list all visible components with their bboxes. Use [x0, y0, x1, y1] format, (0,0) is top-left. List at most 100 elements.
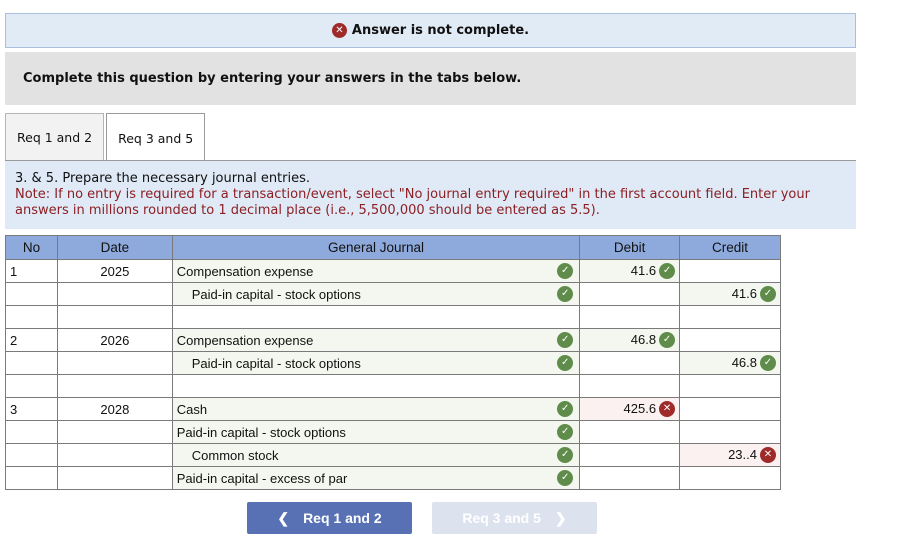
table-header-row: No Date General Journal Debit Credit	[5, 235, 781, 260]
check-icon: ✓	[557, 332, 574, 348]
header-credit: Credit	[679, 235, 781, 260]
debit-field[interactable]	[579, 282, 681, 306]
prev-req-button[interactable]: ❮ Req 1 and 2	[247, 502, 412, 534]
account-field[interactable]: Paid-in capital - stock options ✓	[171, 420, 581, 444]
account-name: Paid-in capital - excess of par	[176, 470, 348, 486]
account-name: Cash	[176, 401, 208, 417]
entry-number	[5, 420, 58, 444]
entry-date-field[interactable]	[56, 282, 173, 306]
entry-number: 3	[5, 397, 58, 421]
debit-field[interactable]	[579, 466, 681, 490]
table-row	[5, 305, 781, 329]
debit-field[interactable]: 46.8 ✓	[579, 328, 681, 352]
tab-req-1-and-2[interactable]: Req 1 and 2	[5, 113, 105, 161]
question-prompt: 3. & 5. Prepare the necessary journal en…	[5, 161, 856, 229]
chevron-left-icon: ❮	[277, 509, 290, 526]
credit-field[interactable]	[679, 259, 781, 283]
entry-number: 2	[5, 328, 58, 352]
account-field[interactable]: Paid-in capital - stock options ✓	[171, 351, 581, 375]
account-name: Compensation expense	[176, 263, 314, 279]
credit-field[interactable]	[679, 397, 781, 421]
account-field[interactable]	[171, 374, 581, 398]
entry-date-field[interactable]	[56, 443, 173, 467]
credit-field[interactable]: 23..4 ✕	[679, 443, 781, 467]
entry-date-field[interactable]	[56, 420, 173, 444]
account-field[interactable]: Paid-in capital - stock options ✓	[171, 282, 581, 306]
account-field[interactable]: Common stock ✓	[171, 443, 581, 467]
check-icon: ✓	[659, 263, 676, 280]
table-row: Paid-in capital - stock options ✓ 46.8 ✓	[5, 351, 781, 375]
credit-field[interactable]: 41.6 ✓	[679, 282, 781, 306]
header-debit: Debit	[579, 235, 681, 260]
next-req-label: Req 3 and 5	[462, 510, 541, 526]
debit-field[interactable]	[579, 443, 681, 467]
table-row: 1 2025 Compensation expense ✓ 41.6 ✓	[5, 259, 781, 283]
debit-field[interactable]	[579, 351, 681, 375]
debit-field[interactable]: 41.6 ✓	[579, 259, 681, 283]
tab-bar: Req 1 and 2 Req 3 and 5	[5, 113, 206, 162]
credit-field[interactable]	[679, 305, 781, 329]
journal-body: 1 2025 Compensation expense ✓ 41.6 ✓ Paid-in c…	[5, 259, 781, 490]
account-name: Common stock	[191, 447, 279, 463]
entry-date-field[interactable]	[56, 305, 173, 329]
account-field-content: Compensation expense ✓	[177, 263, 575, 279]
credit-field[interactable]	[679, 328, 781, 352]
prev-req-label: Req 1 and 2	[303, 510, 382, 526]
entry-date-field[interactable]: 2025	[56, 259, 173, 283]
entry-date-field[interactable]	[56, 374, 173, 398]
tab-req-3-and-5[interactable]: Req 3 and 5	[106, 113, 206, 162]
entry-date-field[interactable]: 2028	[56, 397, 173, 421]
banner-text: Answer is not complete.	[351, 23, 530, 38]
entry-date-field[interactable]	[56, 466, 173, 490]
account-field[interactable]: Compensation expense ✓	[171, 259, 581, 283]
table-row: Paid-in capital - stock options ✓	[5, 420, 781, 444]
error-x-icon: ✕	[760, 447, 776, 464]
entry-date-field[interactable]: 2026	[56, 328, 173, 352]
table-row: Paid-in capital - excess of par ✓	[5, 466, 781, 490]
account-field-content: Paid-in capital - stock options ✓	[177, 286, 575, 302]
credit-field[interactable]: 46.8 ✓	[679, 351, 781, 375]
account-name: Paid-in capital - stock options	[191, 355, 361, 371]
entry-number	[5, 374, 58, 398]
answer-status-banner: ✕ Answer is not complete.	[5, 13, 856, 48]
account-field-content: Paid-in capital - stock options ✓	[177, 355, 575, 371]
header-general-journal: General Journal	[171, 235, 581, 260]
error-x-icon: ✕	[331, 23, 347, 38]
credit-value: 41.6	[731, 285, 757, 301]
table-row	[5, 374, 781, 398]
journal-entry-table: No Date General Journal Debit Credit 1 20…	[5, 235, 781, 490]
account-field[interactable]: Compensation expense ✓	[171, 328, 581, 352]
credit-value: 23..4	[728, 446, 757, 462]
account-field-content: Compensation expense ✓	[177, 332, 575, 348]
account-field-content: Paid-in capital - excess of par ✓	[177, 470, 575, 486]
debit-value: 46.8	[630, 331, 657, 347]
debit-field[interactable]	[579, 420, 681, 444]
account-field[interactable]: Paid-in capital - excess of par ✓	[171, 466, 581, 490]
account-field[interactable]	[171, 305, 581, 329]
check-icon: ✓	[659, 332, 676, 349]
credit-value: 46.8	[731, 354, 757, 370]
entry-number	[5, 282, 58, 306]
debit-field[interactable]: 425.6 ✕	[579, 397, 681, 421]
credit-field[interactable]	[679, 374, 781, 398]
account-name: Compensation expense	[176, 332, 314, 348]
entry-number	[5, 351, 58, 375]
check-icon: ✓	[557, 424, 574, 440]
next-req-button: Req 3 and 5 ❯	[432, 502, 597, 534]
entry-date-field[interactable]	[56, 351, 173, 375]
credit-field[interactable]	[679, 420, 781, 444]
debit-value: 41.6	[630, 262, 657, 278]
account-field[interactable]: Cash ✓	[171, 397, 581, 421]
entry-number	[5, 305, 58, 329]
header-date: Date	[56, 235, 173, 260]
entry-number: 1	[5, 259, 58, 283]
debit-field[interactable]	[579, 374, 681, 398]
header-no: No	[5, 235, 58, 260]
account-name: Paid-in capital - stock options	[191, 286, 361, 302]
credit-field[interactable]	[679, 466, 781, 490]
debit-field[interactable]	[579, 305, 681, 329]
chevron-right-icon: ❯	[554, 509, 567, 526]
entry-number	[5, 443, 58, 467]
account-field-content: Cash ✓	[177, 401, 575, 417]
question-text: 3. & 5. Prepare the necessary journal en…	[15, 171, 311, 186]
